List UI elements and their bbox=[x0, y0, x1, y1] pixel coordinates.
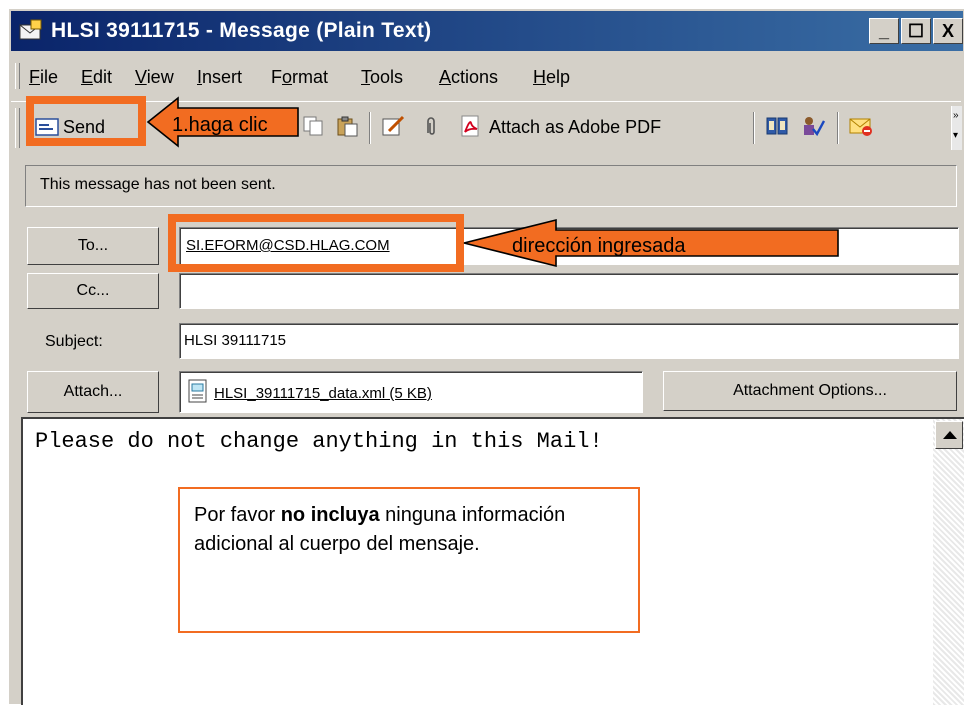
subject-value: HLSI 39111715 bbox=[184, 332, 287, 349]
to-button[interactable]: To... bbox=[27, 227, 159, 265]
click-arrow-label: 1.haga clic bbox=[172, 114, 268, 136]
menu-help[interactable]: Help bbox=[533, 67, 570, 88]
toolbar-chevron[interactable]: » ▾ bbox=[951, 106, 962, 150]
attach-button[interactable]: Attach... bbox=[27, 371, 159, 413]
copy-icon[interactable] bbox=[301, 115, 325, 137]
maximize-button[interactable]: ☐ bbox=[901, 18, 931, 44]
menu-view[interactable]: View bbox=[135, 67, 174, 88]
attach-as-pdf-button[interactable]: Attach as Adobe PDF bbox=[489, 117, 661, 138]
window-title: HLSI 39111715 - Message (Plain Text) bbox=[51, 19, 432, 42]
toolbar-grip[interactable] bbox=[15, 108, 20, 148]
address-book-icon[interactable] bbox=[765, 115, 789, 137]
address-arrow-label: dirección ingresada bbox=[512, 235, 686, 257]
attachment-link[interactable]: HLSI_39111715_data.xml (5 KB) bbox=[214, 385, 432, 402]
paperclip-icon[interactable] bbox=[419, 115, 443, 137]
attachment-field[interactable]: HLSI_39111715_data.xml (5 KB) bbox=[179, 371, 643, 413]
menu-bar: File Edit View Insert Format Tools Actio… bbox=[11, 57, 961, 97]
subject-label: Subject: bbox=[45, 333, 103, 350]
instruction-note: Por favor no incluya ninguna información… bbox=[178, 487, 640, 633]
pdf-icon[interactable] bbox=[459, 115, 483, 137]
arrow-up-icon bbox=[943, 431, 957, 439]
menu-tools[interactable]: Tools bbox=[361, 67, 403, 88]
minimize-button[interactable]: _ bbox=[869, 18, 899, 44]
menu-insert[interactable]: Insert bbox=[197, 67, 242, 88]
cc-field[interactable] bbox=[179, 273, 959, 309]
menu-grip[interactable] bbox=[15, 63, 20, 89]
message-body-text: Please do not change anything in this Ma… bbox=[35, 429, 603, 454]
check-names-icon[interactable] bbox=[801, 115, 825, 137]
vertical-scrollbar[interactable] bbox=[933, 419, 964, 705]
options-icon[interactable] bbox=[849, 115, 873, 137]
title-bar[interactable]: HLSI 39111715 - Message (Plain Text) _ ☐… bbox=[11, 11, 963, 51]
attachment-options-button[interactable]: Attachment Options... bbox=[663, 371, 957, 411]
message-icon bbox=[19, 19, 42, 40]
scroll-up-button[interactable] bbox=[935, 421, 963, 449]
menu-file[interactable]: File bbox=[29, 67, 58, 88]
edit-icon[interactable] bbox=[381, 115, 405, 137]
info-bar-text: This message has not been sent. bbox=[40, 176, 276, 193]
cc-button[interactable]: Cc... bbox=[27, 273, 159, 309]
info-bar: This message has not been sent. bbox=[25, 165, 957, 207]
send-highlight-box bbox=[26, 96, 146, 146]
menu-edit[interactable]: Edit bbox=[81, 67, 112, 88]
close-button[interactable]: X bbox=[933, 18, 963, 44]
subject-field[interactable]: HLSI 39111715 bbox=[179, 323, 959, 359]
paste-icon[interactable] bbox=[335, 115, 359, 137]
menu-actions[interactable]: Actions bbox=[439, 67, 498, 88]
menu-format[interactable]: Format bbox=[271, 67, 328, 88]
xml-file-icon bbox=[188, 379, 207, 403]
address-highlight-box bbox=[168, 214, 464, 272]
